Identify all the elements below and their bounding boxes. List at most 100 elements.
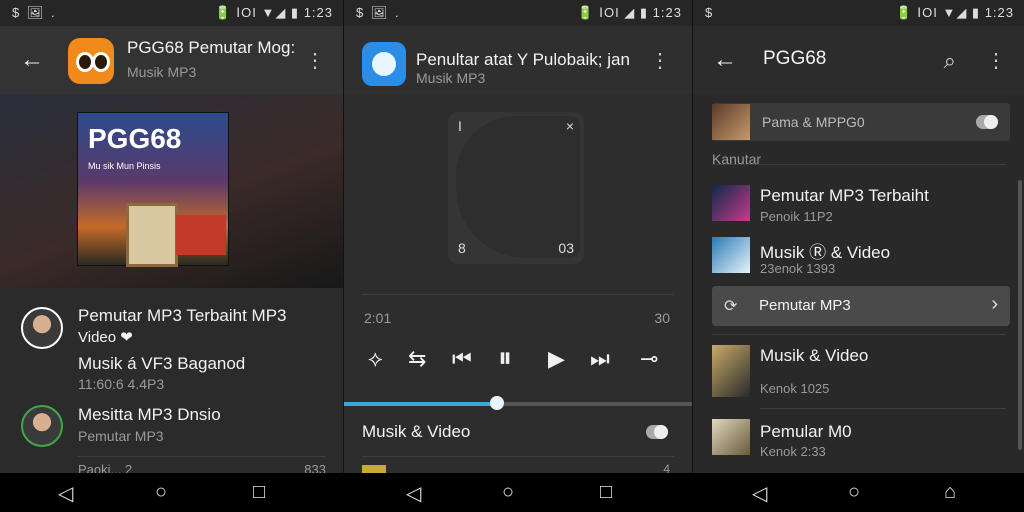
system-navigation-bar: ◁ ○ □ ◁ ○ □ ◁ ○ ⌂ xyxy=(0,473,1024,512)
status-left: $ 🖼 . xyxy=(356,5,401,20)
list-item-title: Pemutar MP3 Terbaiht MP3 xyxy=(78,306,287,325)
art-label: 03 xyxy=(558,240,574,256)
divider xyxy=(760,408,1006,409)
account-avatar xyxy=(712,104,750,140)
nav-back-icon[interactable]: ◁ xyxy=(406,481,421,506)
close-icon[interactable]: × xyxy=(566,118,574,134)
next-item-thumb xyxy=(362,465,386,473)
list-item-title: Pemutar MP3 xyxy=(759,297,851,314)
list-item-title: Mesitta MP3 Dnsio xyxy=(78,405,221,424)
nav-home-icon[interactable]: ○ xyxy=(848,481,860,504)
panel-now-playing: $ 🖼 . 🔋 ⅠΟΙ ◢ ▮ 1:23 Penultar atat Y Pul… xyxy=(344,0,692,473)
more-options-icon[interactable]: ⋮ xyxy=(986,48,1006,73)
nav-back-icon[interactable]: ◁ xyxy=(752,481,767,506)
list-item[interactable]: Musik Ⓡ & Video 23enok 1393 xyxy=(693,234,1024,282)
nav-recent-icon[interactable]: □ xyxy=(253,481,265,504)
app-bar: Penultar atat Y Pulobaik; jan Musik MP3 … xyxy=(344,26,692,94)
list-item-thumb xyxy=(712,185,750,221)
app-bar: ← PGG68 ⌕ ⋮ xyxy=(693,26,1024,94)
list-item[interactable]: Pemutar MP3 Terbaiht MP3 Video ❤ xyxy=(0,302,343,352)
list-item-selected[interactable]: ⟳ Pemutar MP3 › xyxy=(712,286,1010,326)
list-item-subtitle: Video ❤ xyxy=(78,329,133,346)
back-icon[interactable]: ← xyxy=(713,46,737,74)
nav-recent-icon[interactable]: □ xyxy=(600,481,612,504)
sync-icon: ⟳ xyxy=(724,298,738,315)
list-item[interactable]: Musik á VF3 Baganod 11:60:6 4.4P3 xyxy=(0,352,343,396)
pause-icon[interactable]: ⏸ xyxy=(498,342,512,375)
chevron-right-icon: › xyxy=(991,293,998,315)
next-item-count: 4 xyxy=(663,462,670,473)
repeat-icon[interactable]: ⊸ xyxy=(640,346,658,372)
list-item[interactable]: Musik & Video Kenok 1025 xyxy=(693,342,1024,400)
divider xyxy=(712,164,1006,165)
shuffle-icon[interactable]: ⇆ xyxy=(408,346,426,372)
list-item[interactable]: Pemular M0 Kenok 2:33 xyxy=(693,416,1024,468)
list-item-title: Pemular M0 xyxy=(760,422,852,441)
nav-home-alt-icon[interactable]: ⌂ xyxy=(944,481,956,504)
status-left: $ xyxy=(705,5,715,20)
status-bar: $ 🖼 . 🔋 ⅠΟΙ ▼◢ ▮ 1:23 xyxy=(0,0,343,26)
time-elapsed: 2:01 xyxy=(364,310,392,326)
art-label: I xyxy=(458,118,462,134)
page-subtitle: Musik MP3 xyxy=(416,70,486,86)
account-row[interactable]: Pama & MPPG0 xyxy=(712,103,1010,141)
art-label: 8 xyxy=(458,240,466,256)
divider xyxy=(78,456,326,457)
back-icon[interactable]: ← xyxy=(20,46,44,74)
status-right: 🔋 ⅠΟΙ ◢ ▮ 1:23 xyxy=(577,5,682,20)
nav-home-icon[interactable]: ○ xyxy=(155,481,167,504)
page-title: PGG68 xyxy=(763,48,827,69)
status-bar: $ 🖼 . 🔋 ⅠΟΙ ◢ ▮ 1:23 xyxy=(344,0,692,26)
nav-home-icon[interactable]: ○ xyxy=(502,481,514,504)
seek-handle[interactable] xyxy=(490,396,504,410)
list-item-subtitle: Penoik 11P2 xyxy=(760,209,833,224)
account-name: Pama & MPPG0 xyxy=(762,114,865,130)
avatar xyxy=(21,307,63,349)
equalizer-icon[interactable]: ⟡ xyxy=(368,346,383,372)
nav-back-icon[interactable]: ◁ xyxy=(58,481,73,506)
next-icon[interactable]: ⏭ xyxy=(590,346,610,372)
app-bar: ← PGG68 Pemutar Mog: Musik MP3 ⋮ xyxy=(0,26,343,94)
search-icon[interactable]: ⌕ xyxy=(944,48,956,74)
list-item-thumb xyxy=(712,419,750,455)
list-item-title: Paoki... 2 xyxy=(78,462,133,473)
status-left: $ 🖼 . xyxy=(12,5,57,20)
seek-bar[interactable] xyxy=(344,396,692,410)
list-item-title: Musik á VF3 Baganod xyxy=(78,354,246,373)
cover-subtitle: Mu sik Mun Pinsis xyxy=(88,161,161,171)
list-item-trailing: 833 xyxy=(304,462,326,473)
list-item-thumb xyxy=(712,237,750,273)
scrollbar[interactable] xyxy=(1018,180,1022,450)
album-art: I × 8 03 xyxy=(448,112,584,264)
list-item[interactable]: Mesitta MP3 Dnsio Pemutar MP3 xyxy=(0,402,343,452)
album-art-shape xyxy=(456,116,580,258)
list-item-subtitle: 11:60:6 4.4P3 xyxy=(78,376,165,392)
toggle-switch[interactable] xyxy=(646,425,668,439)
more-options-icon[interactable]: ⋮ xyxy=(650,48,670,73)
list-item[interactable]: Pemutar MP3 Terbaiht Penoik 11P2 xyxy=(693,182,1024,230)
cover-frame-image xyxy=(126,203,178,267)
status-right: 🔋 ⅠΟΙ ▼◢ ▮ 1:23 xyxy=(895,5,1014,20)
app-logo-icon xyxy=(362,42,406,86)
album-cover[interactable]: PGG68 Mu sik Mun Pinsis xyxy=(77,112,229,267)
cover-title: PGG68 xyxy=(88,123,182,154)
list-item-subtitle: 23enok 1393 xyxy=(760,261,836,276)
panel-library: $ 🔋 ⅠΟΙ ▼◢ ▮ 1:23 ← PGG68 ⌕ ⋮ Pama & MPP… xyxy=(693,0,1024,473)
divider xyxy=(362,456,674,457)
more-options-icon[interactable]: ⋮ xyxy=(305,48,325,73)
status-bar: $ 🔋 ⅠΟΙ ▼◢ ▮ 1:23 xyxy=(693,0,1024,26)
list-item-title: Musik & Video xyxy=(760,346,869,365)
divider xyxy=(712,334,1006,335)
previous-icon[interactable]: ⏮ xyxy=(452,346,472,372)
list-item-title: Pemutar MP3 Terbaiht xyxy=(760,186,929,205)
page-subtitle: Musik MP3 xyxy=(127,64,197,80)
panel-playlist: $ 🖼 . 🔋 ⅠΟΙ ▼◢ ▮ 1:23 ← PGG68 Pemutar Mo… xyxy=(0,0,343,473)
app-logo-icon xyxy=(68,38,114,84)
list-item-subtitle: Pemutar MP3 xyxy=(78,428,164,444)
avatar xyxy=(21,405,63,447)
cover-red-image xyxy=(176,215,226,255)
divider xyxy=(362,294,674,295)
play-icon[interactable]: ▶ xyxy=(548,346,565,372)
toggle-switch[interactable] xyxy=(976,115,998,129)
page-title: PGG68 Pemutar Mog: xyxy=(127,38,296,57)
